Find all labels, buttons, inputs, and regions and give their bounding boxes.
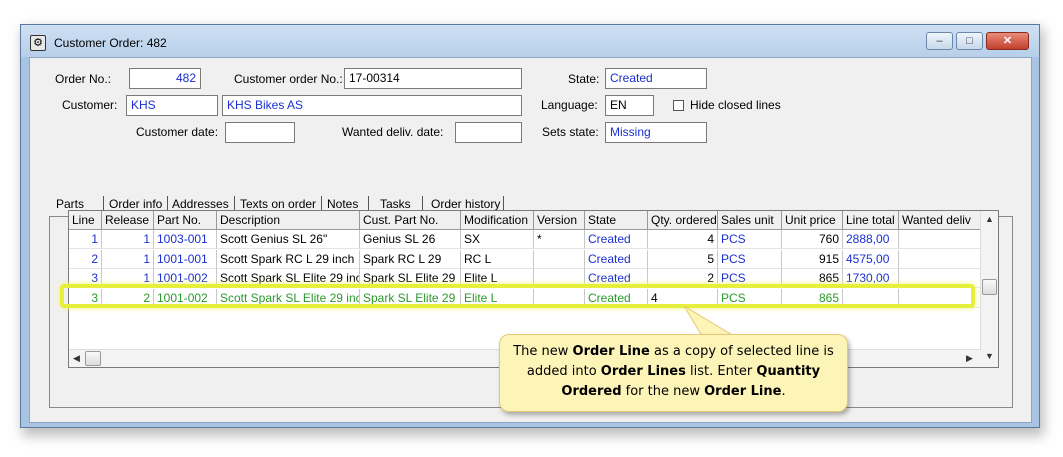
minimize-button[interactable]: – xyxy=(926,32,953,50)
table-cell[interactable]: Scott Genius SL 26" xyxy=(217,230,360,249)
table-cell[interactable]: 5 xyxy=(648,249,718,269)
callout-text: for the new xyxy=(621,384,705,399)
table-row[interactable]: 1 1 1003-001 Scott Genius SL 26" Genius SL 2… xyxy=(69,230,998,249)
window-title: Customer Order: 482 xyxy=(54,36,167,50)
scroll-up-arrow-icon[interactable]: ▲ xyxy=(985,214,994,224)
state-field[interactable]: Created xyxy=(605,68,707,89)
table-cell[interactable]: 4575,00 xyxy=(843,249,899,269)
customer-label: Customer: xyxy=(62,98,118,112)
column-header[interactable]: State xyxy=(585,211,648,230)
table-cell[interactable]: 2888,00 xyxy=(843,230,899,249)
table-cell[interactable]: 1001-001 xyxy=(154,249,217,269)
customer-order-no-label: Customer order No.: xyxy=(234,72,343,86)
table-cell[interactable]: Spark RC L 29 xyxy=(360,249,461,269)
scroll-down-arrow-icon[interactable]: ▼ xyxy=(985,351,994,361)
title-bar[interactable]: ⚙ Customer Order: 482 – □ ✕ xyxy=(21,25,1039,57)
order-no-field[interactable]: 482 xyxy=(129,68,201,89)
table-cell[interactable]: 1 xyxy=(69,230,102,249)
column-header[interactable]: Cust. Part No. xyxy=(360,211,461,230)
customer-code-field[interactable]: KHS xyxy=(126,95,218,116)
table-row[interactable]: 2 1 1001-001 Scott Spark RC L 29 inch Spark … xyxy=(69,249,998,269)
column-header[interactable]: Wanted deliv xyxy=(899,211,983,230)
callout-text: The new xyxy=(513,344,573,359)
customer-date-label: Customer date: xyxy=(136,125,219,139)
table-cell[interactable]: 1 xyxy=(102,249,154,269)
column-header[interactable]: Qty. ordered xyxy=(648,211,718,230)
tutorial-callout: The new Order Line as a copy of selected… xyxy=(499,334,848,412)
column-header[interactable]: Version xyxy=(534,211,585,230)
table-cell[interactable] xyxy=(534,249,585,269)
horizontal-scroll-thumb[interactable] xyxy=(85,351,101,366)
hide-closed-lines-checkbox[interactable] xyxy=(673,100,684,111)
column-header[interactable]: Modification xyxy=(461,211,534,230)
callout-bold: Order Line xyxy=(572,344,650,359)
close-button[interactable]: ✕ xyxy=(986,32,1029,50)
table-cell[interactable]: 1003-001 xyxy=(154,230,217,249)
scroll-right-arrow-icon[interactable]: ▶ xyxy=(966,353,973,364)
column-header[interactable]: Line total xyxy=(843,211,899,230)
column-header[interactable]: Sales unit xyxy=(718,211,782,230)
vertical-scrollbar[interactable]: ▲ ▼ xyxy=(980,211,998,367)
column-header[interactable]: Line xyxy=(69,211,102,230)
table-cell[interactable]: Created xyxy=(585,249,648,269)
language-label: Language: xyxy=(541,98,598,112)
sets-state-label: Sets state: xyxy=(542,125,599,139)
table-cell[interactable]: Created xyxy=(585,230,648,249)
table-cell[interactable] xyxy=(899,230,983,249)
sets-state-field[interactable]: Missing xyxy=(605,122,707,143)
grid-header-row: Line Release Part No. Description Cust. … xyxy=(69,211,998,230)
table-cell[interactable] xyxy=(899,249,983,269)
table-cell[interactable]: 4 xyxy=(648,230,718,249)
table-cell[interactable]: 915 xyxy=(782,249,843,269)
table-cell[interactable]: 2 xyxy=(69,249,102,269)
table-cell[interactable]: 760 xyxy=(782,230,843,249)
customer-name-field[interactable]: KHS Bikes AS xyxy=(222,95,522,116)
table-cell[interactable]: * xyxy=(534,230,585,249)
wanted-deliv-date-label: Wanted deliv. date: xyxy=(342,125,444,139)
scroll-left-arrow-icon[interactable]: ◀ xyxy=(73,353,80,364)
callout-bold: Order Line xyxy=(704,384,782,399)
vertical-scroll-thumb[interactable] xyxy=(982,279,997,295)
new-row-highlight xyxy=(60,284,975,308)
callout-text: list. Enter xyxy=(685,364,757,379)
column-header[interactable]: Unit price xyxy=(782,211,843,230)
state-label: State: xyxy=(568,72,600,86)
column-header[interactable]: Part No. xyxy=(154,211,217,230)
table-cell[interactable]: SX xyxy=(461,230,534,249)
column-header[interactable]: Release xyxy=(102,211,154,230)
maximize-button[interactable]: □ xyxy=(956,32,983,50)
table-cell[interactable]: RC L xyxy=(461,249,534,269)
table-cell[interactable]: Genius SL 26 xyxy=(360,230,461,249)
table-cell[interactable]: PCS xyxy=(718,230,782,249)
column-header[interactable]: Description xyxy=(217,211,360,230)
hide-closed-lines-label: Hide closed lines xyxy=(690,98,781,112)
wanted-deliv-date-field[interactable] xyxy=(455,122,522,143)
table-cell[interactable]: Scott Spark RC L 29 inch xyxy=(217,249,360,269)
table-cell[interactable]: PCS xyxy=(718,249,782,269)
order-no-label: Order No.: xyxy=(55,72,112,86)
callout-bold: Order Lines xyxy=(600,364,686,379)
customer-date-field[interactable] xyxy=(225,122,295,143)
callout-text: . xyxy=(781,384,786,399)
table-cell[interactable]: 1 xyxy=(102,230,154,249)
language-field[interactable]: EN xyxy=(605,95,654,116)
app-gear-icon: ⚙ xyxy=(30,35,46,51)
customer-order-no-field[interactable]: 17-00314 xyxy=(344,68,522,89)
